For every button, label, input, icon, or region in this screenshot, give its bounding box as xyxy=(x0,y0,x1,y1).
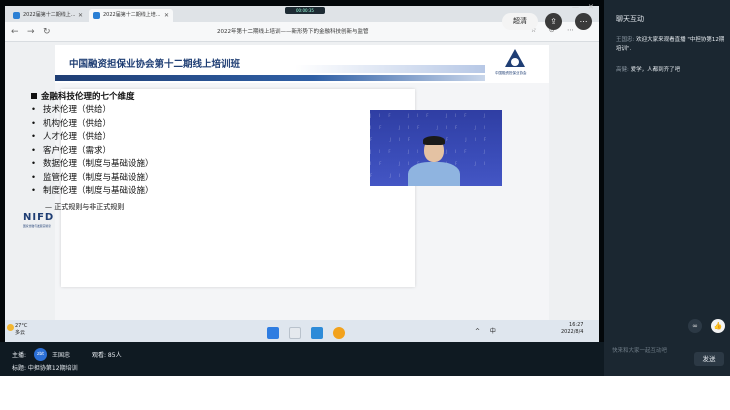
refresh-icon[interactable]: ↻ xyxy=(43,27,51,37)
presenter-video: JIF JIF JIF JIF JIF JIF JIF JIF JIF JIF … xyxy=(370,110,502,186)
dimension-list: • 技术伦理（供给） • 机构伦理（供给） • 人才伦理（供给） • 客户伦理（需求） … xyxy=(31,104,154,199)
browser-tab-active[interactable]: 2022届第十二期线上培... ✕ xyxy=(89,9,173,22)
item-text: 制度伦理（制度与基础设施） xyxy=(43,186,154,196)
weather-icon xyxy=(7,324,14,331)
list-item: • 制度伦理（制度与基础设施） xyxy=(31,186,154,196)
browser-tab[interactable]: 2022届第十二期线上... ✕ xyxy=(9,9,87,22)
chat-input[interactable]: 快来和大家一起互动吧 xyxy=(612,346,667,354)
page-title: 2022年第十二期线上培训——新形势下的金融科技创新与监管 xyxy=(217,29,369,35)
search-icon[interactable] xyxy=(289,327,302,339)
chat-message: 高健: 爱学，人都到齐了吧 xyxy=(616,66,726,75)
browser-app-icon[interactable] xyxy=(333,327,346,339)
item-text: 技术伦理（供给） xyxy=(43,105,112,115)
like-icon[interactable]: 👍 xyxy=(711,319,725,333)
item-text: 人才伦理（供给） xyxy=(43,132,112,142)
bottom-blank-area xyxy=(0,376,730,410)
start-icon[interactable] xyxy=(267,327,279,339)
weather-temp: 27°C xyxy=(15,323,28,329)
stream-info-bar: 主播: zbt 王国忠 观看: 85人 标题: 中担协第12期培训 xyxy=(0,342,604,376)
shared-screen: 2022届第十二期线上... ✕ 2022届第十二期线上培... ✕ 00:00… xyxy=(5,6,599,342)
heading-text: 金融科技伦理的七个维度 xyxy=(41,92,135,102)
square-bullet-icon xyxy=(31,93,37,99)
recording-indicator: 00:00:35 xyxy=(285,7,325,14)
windows-taskbar: 27°C 多云 ^ 中 16:27 2022/8/4 xyxy=(5,320,599,342)
live-player-window: 2022届第十二期线上... ✕ 2022届第十二期线上培... ✕ 00:00… xyxy=(0,0,730,410)
chat-input-bar: 快来和大家一起互动吧 发送 xyxy=(604,342,730,376)
chat-message: 王国忠: 欢迎大家来观看直播 "中担协第12期培训". xyxy=(616,36,726,54)
item-text: 数据伦理（制度与基础设施） xyxy=(43,159,154,169)
taskbar-clock[interactable]: 16:27 2022/8/4 xyxy=(561,322,583,336)
close-window-button[interactable]: ✕ xyxy=(588,3,594,11)
link-icon[interactable]: ∞ xyxy=(688,319,702,333)
list-item: • 数据伦理（制度与基础设施） xyxy=(31,159,154,169)
sub-item: — 正式规则与非正式规则 xyxy=(45,203,125,211)
tab-favicon-icon xyxy=(13,12,20,19)
chat-sidebar: 聊天互动 王国忠: 欢迎大家来观看直播 "中担协第12期培训". 高健: 爱学，… xyxy=(604,0,730,342)
message-text: 爱学，人都到齐了吧 xyxy=(628,67,681,73)
chat-title: 聊天互动 xyxy=(616,15,644,23)
clock-time: 16:27 xyxy=(569,322,584,328)
header-stripe xyxy=(55,75,485,81)
stream-topic: 标题: 中担协第12期培训 xyxy=(12,365,78,372)
message-author: 王国忠: xyxy=(616,37,635,43)
tab-label: 2022届第十二期线上... xyxy=(23,12,76,18)
item-text: 客户伦理（需求） xyxy=(43,145,112,156)
tab-label: 2022届第十二期线上培... xyxy=(103,12,161,18)
host-name: 王国忠 xyxy=(52,352,71,359)
clock-date: 2022/8/4 xyxy=(561,329,584,335)
item-text: 机构伦理（供给） xyxy=(43,118,112,129)
nifd-logo: NIFD xyxy=(23,212,55,223)
weather-desc: 多云 xyxy=(15,330,26,336)
more-icon[interactable]: ⋯ xyxy=(575,13,592,30)
back-icon[interactable]: ← xyxy=(11,27,19,37)
list-item: • 人才伦理（供给） xyxy=(31,132,112,142)
taskbar-apps xyxy=(267,324,350,339)
share-icon[interactable]: ⇪ xyxy=(545,13,562,30)
tab-favicon-icon xyxy=(93,12,100,19)
slide-heading: 金融科技伦理的七个维度 xyxy=(31,90,135,102)
quality-button[interactable]: 超清 xyxy=(502,13,538,30)
logo-text: 中国融资担保业协会 xyxy=(495,71,527,75)
logo-center xyxy=(511,58,519,66)
presenter-body xyxy=(408,162,460,186)
system-tray[interactable]: ^ 中 xyxy=(475,326,500,335)
viewer-count: 观看: 85人 xyxy=(92,352,122,359)
slide-header: 中国融资担保业协会第十二期线上培训班 中国融资担保业协会 xyxy=(55,45,549,83)
send-button[interactable]: 发送 xyxy=(694,352,724,366)
item-text: 监管伦理（制度与基础设施） xyxy=(43,172,154,183)
minimize-button[interactable]: — xyxy=(572,3,579,11)
weather-widget[interactable]: 27°C 多云 xyxy=(15,323,27,337)
app-icon[interactable] xyxy=(311,327,324,339)
forward-icon[interactable]: → xyxy=(27,27,35,37)
slide-title: 中国融资担保业协会第十二期线上培训班 xyxy=(69,59,241,70)
avatar[interactable]: zbt xyxy=(34,348,47,361)
video-stage[interactable]: 2022届第十二期线上... ✕ 2022届第十二期线上培... ✕ 00:00… xyxy=(0,0,604,342)
close-icon[interactable]: ✕ xyxy=(164,9,169,22)
header-decoration xyxy=(295,65,485,73)
presenter-hair xyxy=(423,136,445,145)
list-item: • 客户伦理（需求） xyxy=(31,145,112,156)
nifd-logo-subtitle: 国家金融与发展实验室 xyxy=(23,224,51,228)
list-item: • 技术伦理（供给） xyxy=(31,105,112,115)
close-icon[interactable]: ✕ xyxy=(78,9,83,22)
host-label: 主播: xyxy=(12,352,27,359)
list-item: • 监管伦理（制度与基础设施） xyxy=(31,172,154,183)
list-item: • 机构伦理（供给） xyxy=(31,118,112,129)
message-author: 高健: xyxy=(616,67,629,73)
